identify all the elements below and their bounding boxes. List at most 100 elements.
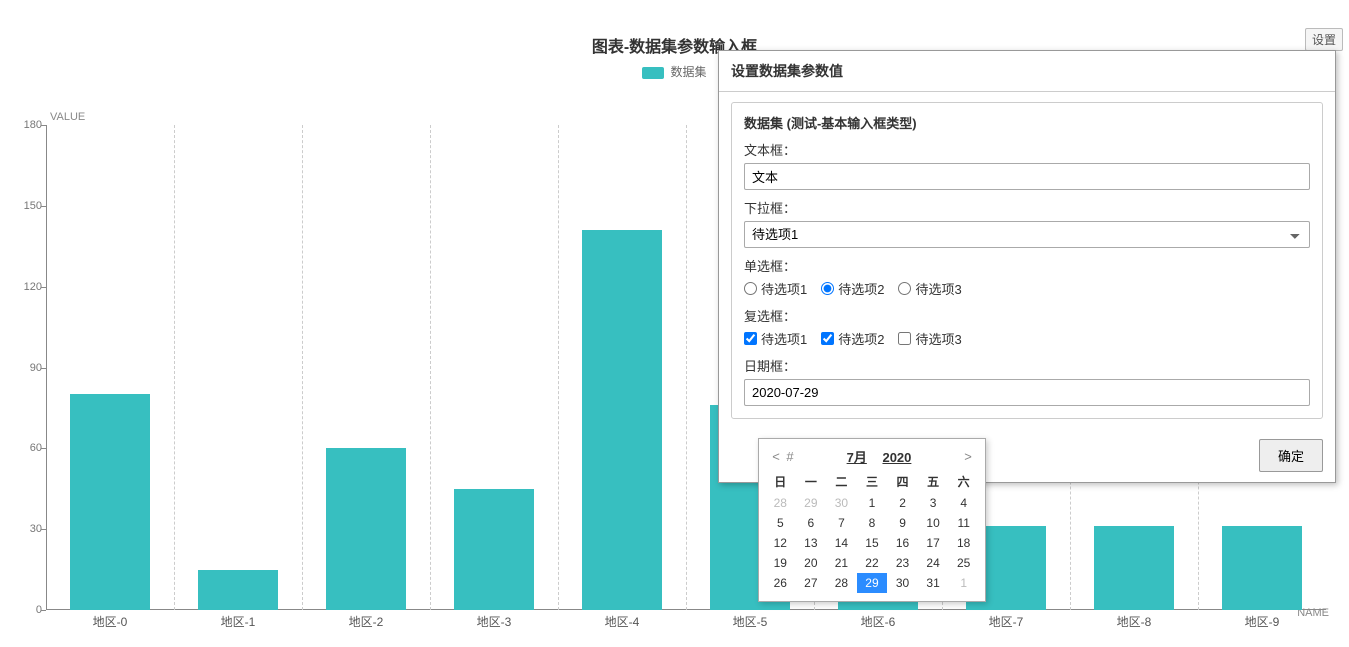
datepicker-day[interactable]: 31 xyxy=(918,573,949,593)
checkbox-group: 待选项1 待选项2 待选项3 xyxy=(744,329,1310,348)
datepicker-week-row: 12131415161718 xyxy=(765,533,979,553)
radio-input[interactable] xyxy=(898,282,911,295)
datepicker-day[interactable]: 15 xyxy=(857,533,888,553)
datepicker-day[interactable]: 6 xyxy=(796,513,827,533)
bar[interactable] xyxy=(326,448,405,610)
bar[interactable] xyxy=(1222,526,1301,610)
checkbox-input[interactable] xyxy=(898,332,911,345)
radio-label: 待选项3 xyxy=(915,279,961,298)
datepicker-day[interactable]: 29 xyxy=(796,493,827,513)
bar[interactable] xyxy=(582,230,661,610)
category-split xyxy=(174,125,175,610)
radio-input[interactable] xyxy=(744,282,757,295)
y-tick-mark xyxy=(41,125,46,126)
x-tick-label: 地区-6 xyxy=(861,613,896,630)
datepicker-day[interactable]: 1 xyxy=(948,573,979,593)
x-tick-label: 地区-0 xyxy=(93,613,128,630)
datepicker-popup: < # 7月 2020 > 日一二三四五六 282930123456789101… xyxy=(758,438,986,602)
datepicker-day[interactable]: 13 xyxy=(796,533,827,553)
datepicker-day[interactable]: 20 xyxy=(796,553,827,573)
datepicker-day[interactable]: 3 xyxy=(918,493,949,513)
radio-group: 待选项1 待选项2 待选项3 xyxy=(744,279,1310,298)
text-input[interactable] xyxy=(744,163,1310,190)
datepicker-prev-icon[interactable]: < xyxy=(769,449,783,464)
datepicker-day[interactable]: 9 xyxy=(887,513,918,533)
y-axis-label: VALUE xyxy=(50,111,85,123)
dataset-label: 数据集 (测试-基本输入框类型) xyxy=(744,113,1310,132)
y-tick-mark xyxy=(41,287,46,288)
datepicker-day[interactable]: 16 xyxy=(887,533,918,553)
x-tick-label: 地区-8 xyxy=(1117,613,1152,630)
datepicker-day[interactable]: 10 xyxy=(918,513,949,533)
dialog-title: 设置数据集参数值 xyxy=(719,51,1335,92)
datepicker-day[interactable]: 28 xyxy=(826,573,857,593)
bar[interactable] xyxy=(1094,526,1173,610)
datepicker-day[interactable]: 30 xyxy=(887,573,918,593)
datepicker-day[interactable]: 22 xyxy=(857,553,888,573)
weekday-header: 日 xyxy=(765,470,796,493)
datepicker-day[interactable]: 8 xyxy=(857,513,888,533)
bar[interactable] xyxy=(70,394,149,610)
params-dialog: 设置数据集参数值 数据集 (测试-基本输入框类型) 文本框： 下拉框： 待选项1… xyxy=(718,50,1336,483)
weekday-header: 二 xyxy=(826,470,857,493)
datepicker-day[interactable]: 12 xyxy=(765,533,796,553)
radio-option[interactable]: 待选项1 xyxy=(744,279,807,298)
y-tick-mark xyxy=(41,610,46,611)
datepicker-day[interactable]: 18 xyxy=(948,533,979,553)
ok-button[interactable]: 确定 xyxy=(1259,439,1323,472)
checkbox-option[interactable]: 待选项1 xyxy=(744,329,807,348)
datepicker-day[interactable]: 24 xyxy=(918,553,949,573)
select-field-label: 下拉框： xyxy=(744,198,1310,217)
datepicker-day[interactable]: 23 xyxy=(887,553,918,573)
datepicker-week-row: 2829301234 xyxy=(765,493,979,513)
datepicker-week-row: 2627282930311 xyxy=(765,573,979,593)
datepicker-day[interactable]: 2 xyxy=(887,493,918,513)
datepicker-day[interactable]: 17 xyxy=(918,533,949,553)
datepicker-day[interactable]: 26 xyxy=(765,573,796,593)
datepicker-next-icon[interactable]: > xyxy=(961,449,975,464)
select-input[interactable]: 待选项1 xyxy=(744,221,1310,248)
datepicker-day[interactable]: 30 xyxy=(826,493,857,513)
datepicker-day[interactable]: 25 xyxy=(948,553,979,573)
datepicker-week-row: 19202122232425 xyxy=(765,553,979,573)
weekday-header: 一 xyxy=(796,470,827,493)
checkbox-label: 待选项2 xyxy=(838,329,884,348)
checkbox-input[interactable] xyxy=(744,332,757,345)
datepicker-day[interactable]: 27 xyxy=(796,573,827,593)
y-tick-mark xyxy=(41,368,46,369)
checkbox-option[interactable]: 待选项2 xyxy=(821,329,884,348)
datepicker-day[interactable]: 19 xyxy=(765,553,796,573)
radio-option[interactable]: 待选项2 xyxy=(821,279,884,298)
datepicker-day[interactable]: 5 xyxy=(765,513,796,533)
y-tick-label: 180 xyxy=(20,119,42,131)
datepicker-month[interactable]: 7月 xyxy=(847,450,867,465)
date-input[interactable] xyxy=(744,379,1310,406)
checkbox-input[interactable] xyxy=(821,332,834,345)
datepicker-day[interactable]: 29 xyxy=(857,573,888,593)
datepicker-grid: 日一二三四五六 28293012345678910111213141516171… xyxy=(765,470,979,593)
datepicker-day[interactable]: 21 xyxy=(826,553,857,573)
date-field-label: 日期框： xyxy=(744,356,1310,375)
y-tick-mark xyxy=(41,529,46,530)
category-split xyxy=(302,125,303,610)
datepicker-today-icon[interactable]: # xyxy=(783,449,797,464)
radio-field-label: 单选框： xyxy=(744,256,1310,275)
datepicker-day[interactable]: 4 xyxy=(948,493,979,513)
datepicker-day[interactable]: 7 xyxy=(826,513,857,533)
y-tick-label: 150 xyxy=(20,200,42,212)
radio-option[interactable]: 待选项3 xyxy=(898,279,961,298)
bar[interactable] xyxy=(454,489,533,610)
bar[interactable] xyxy=(198,570,277,610)
datepicker-day[interactable]: 28 xyxy=(765,493,796,513)
radio-input[interactable] xyxy=(821,282,834,295)
datepicker-day[interactable]: 14 xyxy=(826,533,857,553)
weekday-header: 四 xyxy=(887,470,918,493)
datepicker-day[interactable]: 11 xyxy=(948,513,979,533)
datepicker-year[interactable]: 2020 xyxy=(882,450,911,465)
y-tick-label: 90 xyxy=(20,362,42,374)
x-tick-label: 地区-1 xyxy=(221,613,256,630)
y-tick-mark xyxy=(41,448,46,449)
checkbox-label: 待选项1 xyxy=(761,329,807,348)
checkbox-option[interactable]: 待选项3 xyxy=(898,329,961,348)
datepicker-day[interactable]: 1 xyxy=(857,493,888,513)
